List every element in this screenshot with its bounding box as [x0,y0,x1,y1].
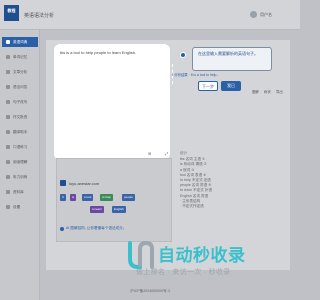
tool-tree-button[interactable]: 树状 [264,89,271,94]
expand-icon[interactable]: ⤢ [165,151,168,156]
sidebar-item-label: 单词记忆 [13,54,28,59]
sidebar-item[interactable]: 口语练习 [2,142,38,152]
sidebar-item-label: 听力训练 [13,174,28,179]
book-icon [6,160,10,164]
sidebar-item-label: 英语词典 [13,39,28,44]
footer-text: 沪ICP备2024000000号-3 [130,289,170,293]
info-icon [60,226,64,231]
sidebar-item-label: 作文批改 [13,114,28,119]
diagram-chip[interactable]: English [112,206,126,213]
watermark-slogan: 做上排名 · 来访一次 · 秒收录 [136,269,231,276]
dictionary-icon [6,40,10,44]
microphone-icon [6,145,10,149]
site-logo-icon [60,180,66,186]
gear-icon [6,205,10,209]
watermark-brand: 自动秒收录 [158,246,246,265]
check-icon [6,115,10,119]
diagram-chip[interactable]: to learn [90,206,105,213]
avatar[interactable] [250,11,257,18]
diagram-hint: AI 图解结构, 让你看懂每个语法成分。 [60,226,126,231]
sidebar-item[interactable]: 句子改写 [2,97,38,107]
tour-close-button[interactable]: 我已 [221,81,241,91]
sidebar-item-label: 语法问答 [13,84,28,89]
top-bar: 教程 英语语法分析 用户名 [0,0,300,30]
edit-icon [6,100,10,104]
sentence-input[interactable]: tks is a tool to help people to learn En… [54,44,170,160]
site-url[interactable]: luyu.anestar.com [69,181,99,186]
sidebar-item[interactable]: 设置 [2,202,38,212]
sidebar-item[interactable]: 翻译助手 [2,127,38,137]
diagram-chip[interactable]: people [122,194,136,201]
translate-icon [6,130,10,134]
sidebar-item-label: 设置 [13,204,21,209]
diagram-chip[interactable]: a tool [82,194,94,201]
sidebar-item-label: 口语练习 [13,144,28,149]
sidebar-item[interactable]: 单词记忆 [2,52,38,62]
tool-export-button[interactable]: 导出 [276,89,283,94]
result-crumb: • 分析结果 · It is a tool to help... [172,73,220,77]
diagram-chip[interactable]: to help [100,194,114,201]
sidebar-item[interactable]: 作文批改 [2,112,38,122]
sidebar-item[interactable]: 听力训练 [2,172,38,182]
watermark: 自动秒收录 做上排名 · 来访一次 · 秒收录 [124,239,274,281]
folder-icon [6,190,10,194]
sidebar-item-label: 资料库 [13,189,24,194]
tour-bubble: 在这里输入需要解析的英语句子。 [192,47,272,71]
sidebar-item-label: 翻译助手 [13,129,28,134]
diagram-chip[interactable]: is [70,194,77,201]
app-logo[interactable]: 教程 [4,5,19,21]
document-icon [6,70,10,74]
sidebar-item[interactable]: 英语词典 [2,37,38,47]
card-icon [6,55,10,59]
user-name[interactable]: 用户名 [260,12,272,18]
sidebar-item[interactable]: 语法问答 [2,82,38,92]
grid-icon[interactable]: ⊞ [148,151,151,156]
tool-diagram-button[interactable]: 图解 [252,89,259,94]
glossary-line: · 不定式作定语 [180,204,204,209]
hint-text: AI 图解结构, 让你看懂每个语法成分。 [66,226,127,230]
sidebar: 英语词典 单词记忆 文章分析 语法问答 句子改写 作文批改 翻译助手 口语练习 … [0,30,40,300]
glossary-panel: 统计 tks 名词 主语 ① is 系动词 谓语 ② a 冠词 ③ tool 名… [180,151,280,209]
app-title: 英语语法分析 [24,13,55,19]
sidebar-item[interactable]: 资料库 [2,187,38,197]
site-row: luyu.anestar.com [60,180,99,186]
sidebar-item-label: 文章分析 [13,69,28,74]
sidebar-item[interactable]: 文章分析 [2,67,38,77]
sidebar-item-label: 阅读理解 [13,159,28,164]
sidebar-item[interactable]: 阅读理解 [2,157,38,167]
diagram-chip[interactable]: It [60,194,66,201]
tour-next-button[interactable]: 下一步 [198,81,218,91]
sidebar-item-label: 句子改写 [13,99,28,104]
glossary-title: 统计 [180,151,188,155]
headphones-icon [6,175,10,179]
question-icon [6,85,10,89]
tour-step-dot [180,52,186,58]
